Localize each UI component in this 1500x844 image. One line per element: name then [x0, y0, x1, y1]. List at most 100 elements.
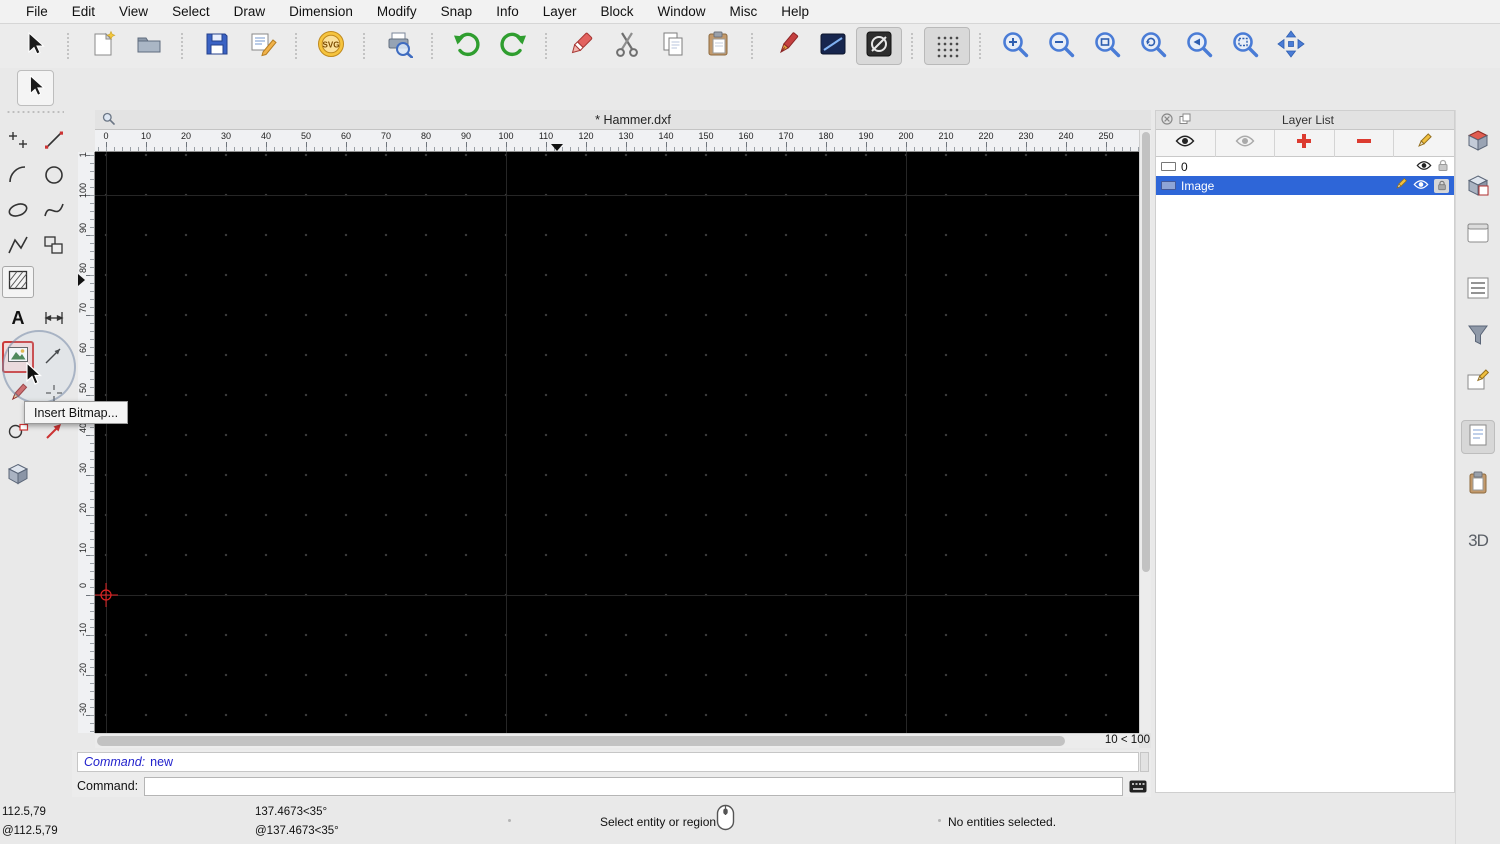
command-history[interactable]: Command: new: [77, 752, 1139, 772]
layer-panel-toolbar: [1156, 130, 1454, 157]
vertical-scrollbar[interactable]: [1139, 130, 1151, 733]
copy-button[interactable]: [650, 27, 696, 65]
ruler-v-label: 30: [78, 463, 88, 474]
drawing-canvas[interactable]: [95, 152, 1139, 733]
layer-visibility-icon[interactable]: [1416, 160, 1432, 174]
plus-icon: [1295, 132, 1313, 155]
layer-color-chip[interactable]: [1161, 181, 1176, 190]
menu-select[interactable]: Select: [160, 0, 222, 24]
current-tool-select-button[interactable]: [17, 70, 54, 106]
pen-palette-dock-button[interactable]: [1461, 365, 1495, 399]
block-list-dock-button[interactable]: [1461, 171, 1495, 205]
tool-polygons[interactable]: [38, 231, 70, 263]
show-all-layers-button[interactable]: [1156, 130, 1216, 157]
image-icon: [6, 343, 30, 372]
tool-polylines[interactable]: [2, 231, 34, 263]
keyboard-toggle-icon[interactable]: [1127, 777, 1149, 795]
entity-list-dock-button[interactable]: [1461, 273, 1495, 307]
menu-layer[interactable]: Layer: [531, 0, 589, 24]
menu-info[interactable]: Info: [484, 0, 531, 24]
save-button[interactable]: [194, 27, 240, 65]
document-title-bar[interactable]: * Hammer.dxf: [95, 110, 1151, 130]
hide-all-layers-button[interactable]: [1216, 130, 1276, 157]
new-file-button[interactable]: [80, 27, 126, 65]
zoom-in-button[interactable]: [992, 27, 1038, 65]
ruler-h-label: 150: [698, 131, 714, 141]
remove-layer-button[interactable]: [1335, 130, 1395, 157]
command-dock-button[interactable]: [1461, 420, 1495, 454]
vertical-scrollbar-thumb[interactable]: [1142, 132, 1150, 572]
edit-layer-button[interactable]: [1394, 130, 1454, 157]
grid-toggle-button[interactable]: [924, 27, 970, 65]
menu-snap[interactable]: Snap: [429, 0, 485, 24]
menu-file[interactable]: File: [14, 0, 60, 24]
horizontal-scrollbar-thumb[interactable]: [97, 736, 1065, 746]
redo-button[interactable]: [490, 27, 536, 65]
layer-lock-icon[interactable]: [1437, 159, 1449, 175]
layer-color-chip[interactable]: [1161, 162, 1176, 171]
palette-drag-handle[interactable]: [6, 110, 64, 114]
cut-button[interactable]: [604, 27, 650, 65]
command-input[interactable]: [144, 776, 1123, 796]
menu-modify[interactable]: Modify: [365, 0, 429, 24]
library-browser-dock-button[interactable]: [1461, 218, 1495, 252]
paste-button[interactable]: [696, 27, 742, 65]
layer-visibility-icon[interactable]: [1413, 179, 1429, 193]
zoom-redraw-button[interactable]: [1130, 27, 1176, 65]
print-preview-button[interactable]: [376, 27, 422, 65]
command-history-label: Command:: [84, 755, 146, 769]
coordinate-relative: @112.5,79: [2, 825, 58, 837]
tool-insert-image[interactable]: [2, 341, 34, 373]
tool-lines[interactable]: [38, 126, 70, 158]
export-svg-button[interactable]: SVG: [308, 27, 354, 65]
pen-attributes-button[interactable]: [764, 27, 810, 65]
clipboard-dock-button[interactable]: [1461, 468, 1495, 502]
menu-misc[interactable]: Misc: [718, 0, 770, 24]
tool-solids-3d[interactable]: [2, 460, 34, 492]
horizontal-scrollbar[interactable]: [95, 733, 1139, 748]
layer-lock-icon[interactable]: [1434, 178, 1449, 193]
tool-arcs[interactable]: [2, 161, 34, 193]
menu-edit[interactable]: Edit: [60, 0, 107, 24]
line-attributes-button[interactable]: [810, 27, 856, 65]
zoom-out-icon: [1046, 29, 1076, 64]
tool-ellipses[interactable]: [2, 196, 34, 228]
tool-dimensions[interactable]: [38, 304, 70, 336]
command-history-scrollbar[interactable]: [1140, 752, 1149, 772]
3d-view-dock-button[interactable]: 3D: [1461, 524, 1495, 558]
undo-button[interactable]: [444, 27, 490, 65]
window-zoom-icon[interactable]: [102, 112, 115, 128]
layer-row-selected[interactable]: Image: [1156, 176, 1454, 195]
save-as-button[interactable]: [240, 27, 286, 65]
tool-points[interactable]: [2, 126, 34, 158]
tool-dimension-leader[interactable]: [38, 341, 70, 373]
zoom-window-button[interactable]: [1222, 27, 1268, 65]
detach-icon[interactable]: [1179, 113, 1191, 128]
menu-block[interactable]: Block: [589, 0, 646, 24]
layer-list-dock-button[interactable]: [1461, 126, 1495, 160]
zoom-pan-button[interactable]: [1268, 27, 1314, 65]
tool-circles[interactable]: [38, 161, 70, 193]
menu-window[interactable]: Window: [646, 0, 718, 24]
tool-hatch[interactable]: [2, 266, 34, 298]
menu-view[interactable]: View: [107, 0, 160, 24]
zoom-previous-button[interactable]: [1176, 27, 1222, 65]
tool-text[interactable]: A: [2, 304, 34, 336]
open-file-button[interactable]: [126, 27, 172, 65]
zoom-out-button[interactable]: [1038, 27, 1084, 65]
tool-splines[interactable]: [38, 196, 70, 228]
menu-draw[interactable]: Draw: [222, 0, 278, 24]
layer-edit-icon[interactable]: [1394, 177, 1408, 194]
delete-button[interactable]: [558, 27, 604, 65]
add-layer-button[interactable]: [1275, 130, 1335, 157]
menu-dimension[interactable]: Dimension: [277, 0, 365, 24]
draft-mode-toggle[interactable]: [856, 27, 902, 65]
selection-filter-dock-button[interactable]: [1461, 320, 1495, 354]
zoom-auto-button[interactable]: [1084, 27, 1130, 65]
panel-icon: [1465, 220, 1491, 251]
select-arrow-button[interactable]: [12, 27, 58, 65]
menu-help[interactable]: Help: [769, 0, 821, 24]
close-icon[interactable]: [1161, 112, 1173, 128]
layer-row[interactable]: 0: [1156, 157, 1454, 176]
ruler-v-cursor-marker: [78, 274, 85, 286]
